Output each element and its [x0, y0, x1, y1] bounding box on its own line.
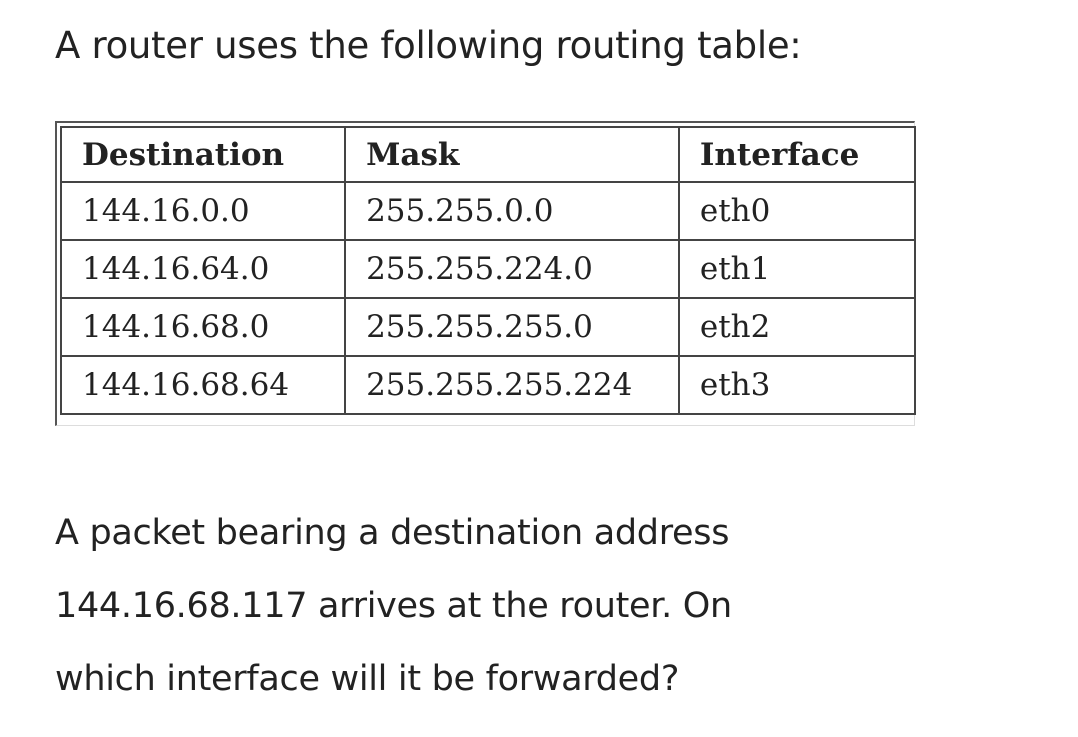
question-intro: A router uses the following routing tabl…: [55, 24, 802, 67]
table-row: 144.16.0.0 255.255.0.0 eth0: [59, 181, 917, 241]
routing-table-frame: Destination Mask Interface 144.16.0.0 25…: [55, 121, 917, 426]
cell-mask: 255.255.255.0: [344, 297, 680, 357]
question-line: which interface will it be forwarded?: [55, 659, 680, 699]
cell-interface: eth1: [677, 239, 917, 299]
cell-destination: 144.16.0.0: [59, 181, 347, 241]
cell-interface: eth2: [677, 297, 917, 357]
header-interface: Interface: [677, 126, 917, 183]
cell-mask: 255.255.224.0: [344, 239, 680, 299]
cell-destination: 144.16.68.64: [59, 355, 347, 415]
cell-destination: 144.16.64.0: [59, 239, 347, 299]
table-row: 144.16.68.0 255.255.255.0 eth2: [59, 297, 917, 357]
header-mask: Mask: [344, 126, 680, 183]
cell-interface: eth0: [677, 181, 917, 241]
table-row: 144.16.68.64 255.255.255.224 eth3: [59, 355, 917, 415]
question-line: 144.16.68.117 arrives at the router. On: [55, 586, 732, 626]
cell-destination: 144.16.68.0: [59, 297, 347, 357]
cell-mask: 255.255.0.0: [344, 181, 680, 241]
cell-interface: eth3: [677, 355, 917, 415]
header-destination: Destination: [59, 126, 347, 183]
table-row: 144.16.64.0 255.255.224.0 eth1: [59, 239, 917, 299]
table-header-row: Destination Mask Interface: [59, 126, 917, 183]
cell-mask: 255.255.255.224: [344, 355, 680, 415]
question-body: A packet bearing a destination address 1…: [55, 497, 955, 716]
question-line: A packet bearing a destination address: [55, 513, 730, 553]
routing-table: Destination Mask Interface 144.16.0.0 25…: [59, 126, 917, 415]
